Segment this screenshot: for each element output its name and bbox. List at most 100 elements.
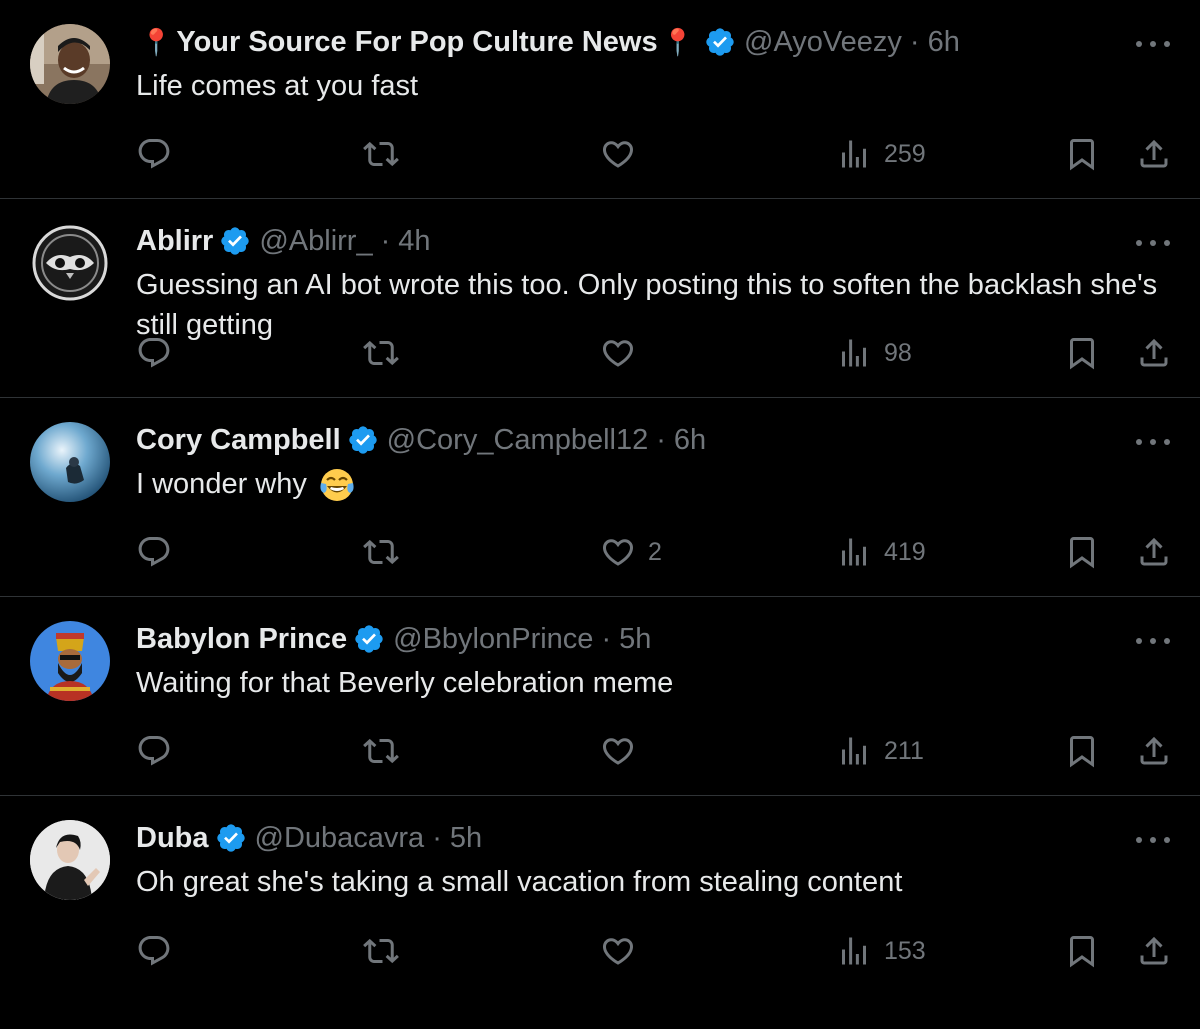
views-button[interactable]: 153 <box>836 929 926 973</box>
view-count: 153 <box>884 936 926 965</box>
share-icon <box>1140 139 1168 168</box>
like-button[interactable] <box>600 132 648 176</box>
avatar[interactable] <box>30 24 110 104</box>
reply-button[interactable] <box>136 331 172 375</box>
bookmark-button[interactable] <box>1064 331 1100 375</box>
action-bar: 259 <box>136 132 1170 176</box>
like-button[interactable] <box>600 729 648 773</box>
tweet[interactable]: Duba @Dubacavra · 5h Oh great she's taki… <box>0 796 1200 995</box>
views-button[interactable]: 419 <box>836 530 926 574</box>
reply-icon <box>138 736 170 766</box>
tweet[interactable]: 📍 Your Source For Pop Culture News 📍 @Ay… <box>0 0 1200 199</box>
action-bar: 98 <box>136 331 1170 375</box>
avatar-image <box>30 223 110 303</box>
view-count: 98 <box>884 338 912 367</box>
views-button[interactable]: 211 <box>836 729 924 773</box>
face-with-tears-of-joy-icon <box>320 469 354 502</box>
handle[interactable]: @Dubacavra <box>255 822 425 855</box>
views-icon <box>842 140 866 168</box>
reply-button[interactable] <box>136 729 172 773</box>
share-button[interactable] <box>1136 530 1172 574</box>
avatar[interactable] <box>30 223 110 303</box>
handle[interactable]: @AyoVeezy <box>744 26 902 59</box>
tweet-text: I wonder why <box>136 464 1164 504</box>
retweet-button[interactable] <box>363 331 399 375</box>
like-button[interactable]: 2 <box>600 530 662 574</box>
bookmark-button[interactable] <box>1064 132 1100 176</box>
retweet-button[interactable] <box>363 132 399 176</box>
verified-badge-icon <box>221 227 250 255</box>
bookmark-icon <box>1070 338 1094 370</box>
avatar[interactable] <box>30 621 110 701</box>
share-icon <box>1140 537 1168 566</box>
view-count: 211 <box>884 736 924 765</box>
avatar-image <box>30 422 110 502</box>
share-icon <box>1140 338 1168 367</box>
bookmark-button[interactable] <box>1064 729 1100 773</box>
separator-dot: · <box>656 423 666 456</box>
share-button[interactable] <box>1136 929 1172 973</box>
tweet[interactable]: Cory Campbell @Cory_Campbell12 · 6h I wo… <box>0 398 1200 597</box>
share-button[interactable] <box>1136 132 1172 176</box>
display-name[interactable]: Ablirr <box>136 225 213 258</box>
views-button[interactable]: 98 <box>836 331 912 375</box>
handle[interactable]: @BbylonPrince <box>393 623 593 656</box>
like-count: 2 <box>648 537 662 566</box>
timestamp[interactable]: 6h <box>928 26 960 59</box>
display-name[interactable]: Cory Campbell <box>136 424 341 457</box>
avatar[interactable] <box>30 422 110 502</box>
tweet-header: Babylon Prince @BbylonPrince · 5h <box>136 619 651 659</box>
share-icon <box>1140 736 1168 765</box>
more-options-icon[interactable] <box>1136 430 1170 454</box>
reply-icon <box>138 139 170 169</box>
separator-dot: · <box>380 224 391 257</box>
action-bar: 153 <box>136 929 1170 973</box>
display-name[interactable]: Babylon Prince <box>136 623 347 656</box>
tweet-text: Life comes at you fast <box>136 70 419 102</box>
tweet[interactable]: Ablirr @Ablirr_ · 4h Guessing an AI bot … <box>0 199 1200 398</box>
pin-icon: 📍 <box>661 26 694 57</box>
view-count: 419 <box>884 537 926 566</box>
share-button[interactable] <box>1136 331 1172 375</box>
bookmark-icon <box>1070 736 1094 768</box>
handle[interactable]: @Cory_Campbell12 <box>387 424 649 457</box>
avatar[interactable] <box>30 820 110 900</box>
reply-button[interactable] <box>136 132 172 176</box>
bookmark-icon <box>1070 537 1094 569</box>
tweet-header: Ablirr @Ablirr_ · 4h <box>136 221 431 261</box>
timestamp[interactable]: 4h <box>398 225 430 258</box>
retweet-icon <box>363 141 399 167</box>
retweet-button[interactable] <box>363 929 399 973</box>
bookmark-icon <box>1070 139 1094 171</box>
tweet-header: Duba @Dubacavra · 5h <box>136 818 482 858</box>
reply-icon <box>138 537 170 567</box>
heart-icon <box>602 938 634 965</box>
like-button[interactable] <box>600 929 648 973</box>
handle[interactable]: @Ablirr_ <box>259 225 372 258</box>
bookmark-button[interactable] <box>1064 929 1100 973</box>
retweet-button[interactable] <box>363 530 399 574</box>
more-options-icon[interactable] <box>1136 828 1170 852</box>
timestamp[interactable]: 6h <box>674 424 706 457</box>
views-button[interactable]: 259 <box>836 132 926 176</box>
reply-feed: 📍 Your Source For Pop Culture News 📍 @Ay… <box>0 0 1200 995</box>
more-options-icon[interactable] <box>1136 32 1170 56</box>
bookmark-button[interactable] <box>1064 530 1100 574</box>
reply-button[interactable] <box>136 530 172 574</box>
display-name[interactable]: Duba <box>136 822 209 855</box>
more-options-icon[interactable] <box>1136 629 1170 653</box>
more-options-icon[interactable] <box>1136 231 1170 255</box>
tweet-text-body: I wonder why <box>136 468 307 500</box>
timestamp[interactable]: 5h <box>450 822 482 855</box>
verified-badge-icon <box>706 28 734 56</box>
retweet-button[interactable] <box>363 729 399 773</box>
display-name[interactable]: Your Source For Pop Culture News <box>176 26 657 59</box>
timestamp[interactable]: 5h <box>619 623 651 656</box>
verified-badge-icon <box>349 426 377 454</box>
tweet[interactable]: Babylon Prince @BbylonPrince · 5h Waitin… <box>0 597 1200 796</box>
share-icon <box>1140 936 1168 965</box>
share-button[interactable] <box>1136 729 1172 773</box>
like-button[interactable] <box>600 331 648 375</box>
reply-icon <box>138 338 170 368</box>
reply-button[interactable] <box>136 929 172 973</box>
